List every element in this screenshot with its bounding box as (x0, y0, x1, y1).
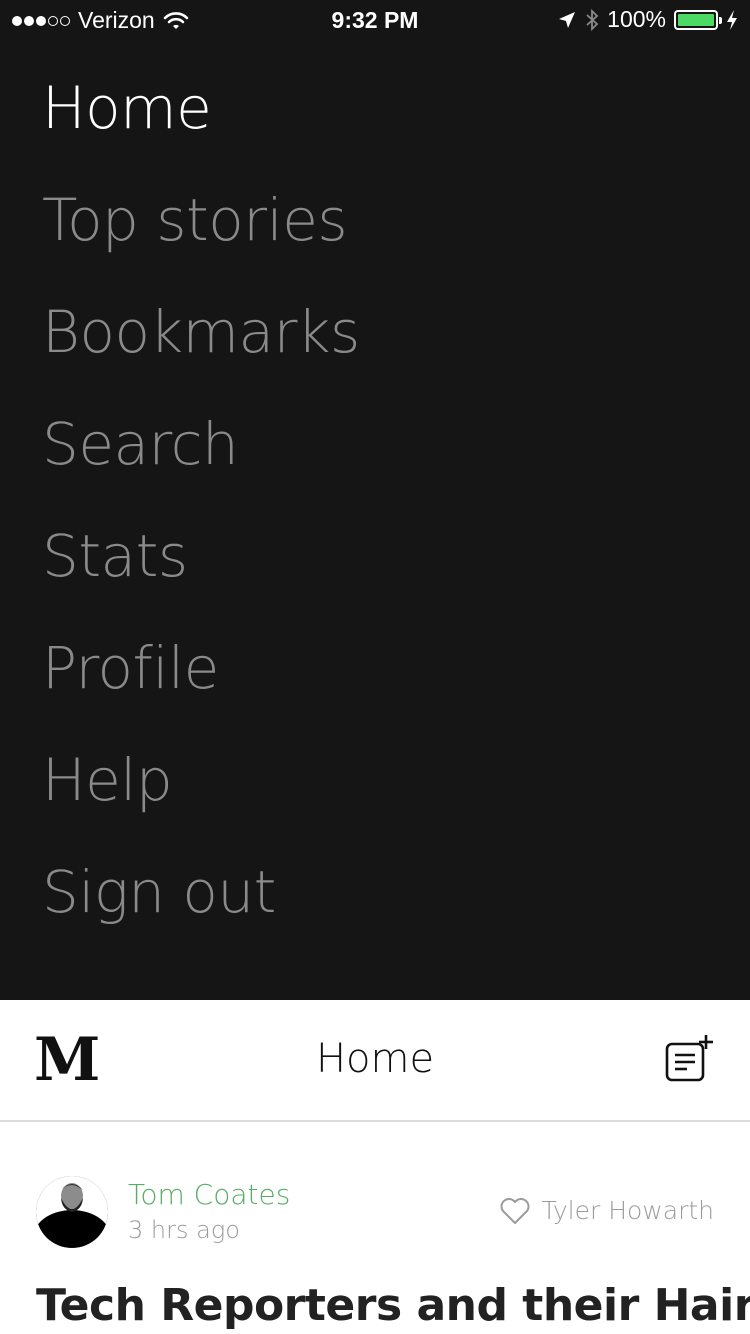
battery-percent: 100% (607, 6, 666, 32)
bluetooth-icon (586, 8, 599, 31)
heart-icon (501, 1197, 530, 1224)
status-right: 100% (557, 6, 738, 33)
menu-item-bookmarks[interactable]: Bookmarks (42, 292, 360, 404)
menu-item-search[interactable]: Search (42, 404, 360, 516)
recommender-name: Tyler Howarth (541, 1196, 714, 1225)
menu-item-home[interactable]: Home (42, 68, 360, 180)
post-time: 3 hrs ago (128, 1216, 240, 1244)
menu-item-help[interactable]: Help (42, 740, 360, 852)
menu-item-top-stories[interactable]: Top stories (42, 180, 360, 292)
battery-cap (719, 16, 722, 24)
home-card[interactable]: M Home Tom Coates 3 hrs ago Tyler Howart… (0, 1000, 750, 1334)
status-bar: Verizon 9:32 PM 100% (0, 0, 750, 40)
avatar-image (36, 1176, 108, 1248)
navbar: M Home (0, 1000, 750, 1122)
menu-item-sign-out[interactable]: Sign out (42, 852, 360, 964)
menu-item-profile[interactable]: Profile (42, 628, 360, 740)
avatar[interactable] (36, 1176, 108, 1248)
page-title: Home (315, 1036, 435, 1082)
battery-icon (674, 9, 722, 30)
charging-bolt-icon (727, 9, 737, 30)
post-title[interactable]: Tech Reporters and their Hairy (36, 1280, 750, 1331)
side-menu: Home Top stories Bookmarks Search Stats … (0, 40, 750, 1000)
menu-item-stats[interactable]: Stats (42, 516, 360, 628)
author-name[interactable]: Tom Coates (128, 1178, 290, 1211)
battery-fill (678, 13, 714, 26)
compose-icon[interactable] (664, 1034, 716, 1086)
post-meta: Tom Coates 3 hrs ago Tyler Howarth (0, 1172, 750, 1252)
screen: Verizon 9:32 PM 100% Home Top stories Bo… (0, 0, 750, 1334)
recommended-by[interactable]: Tyler Howarth (499, 1196, 714, 1225)
menu-list: Home Top stories Bookmarks Search Stats … (42, 68, 360, 964)
location-arrow-icon (559, 11, 576, 28)
